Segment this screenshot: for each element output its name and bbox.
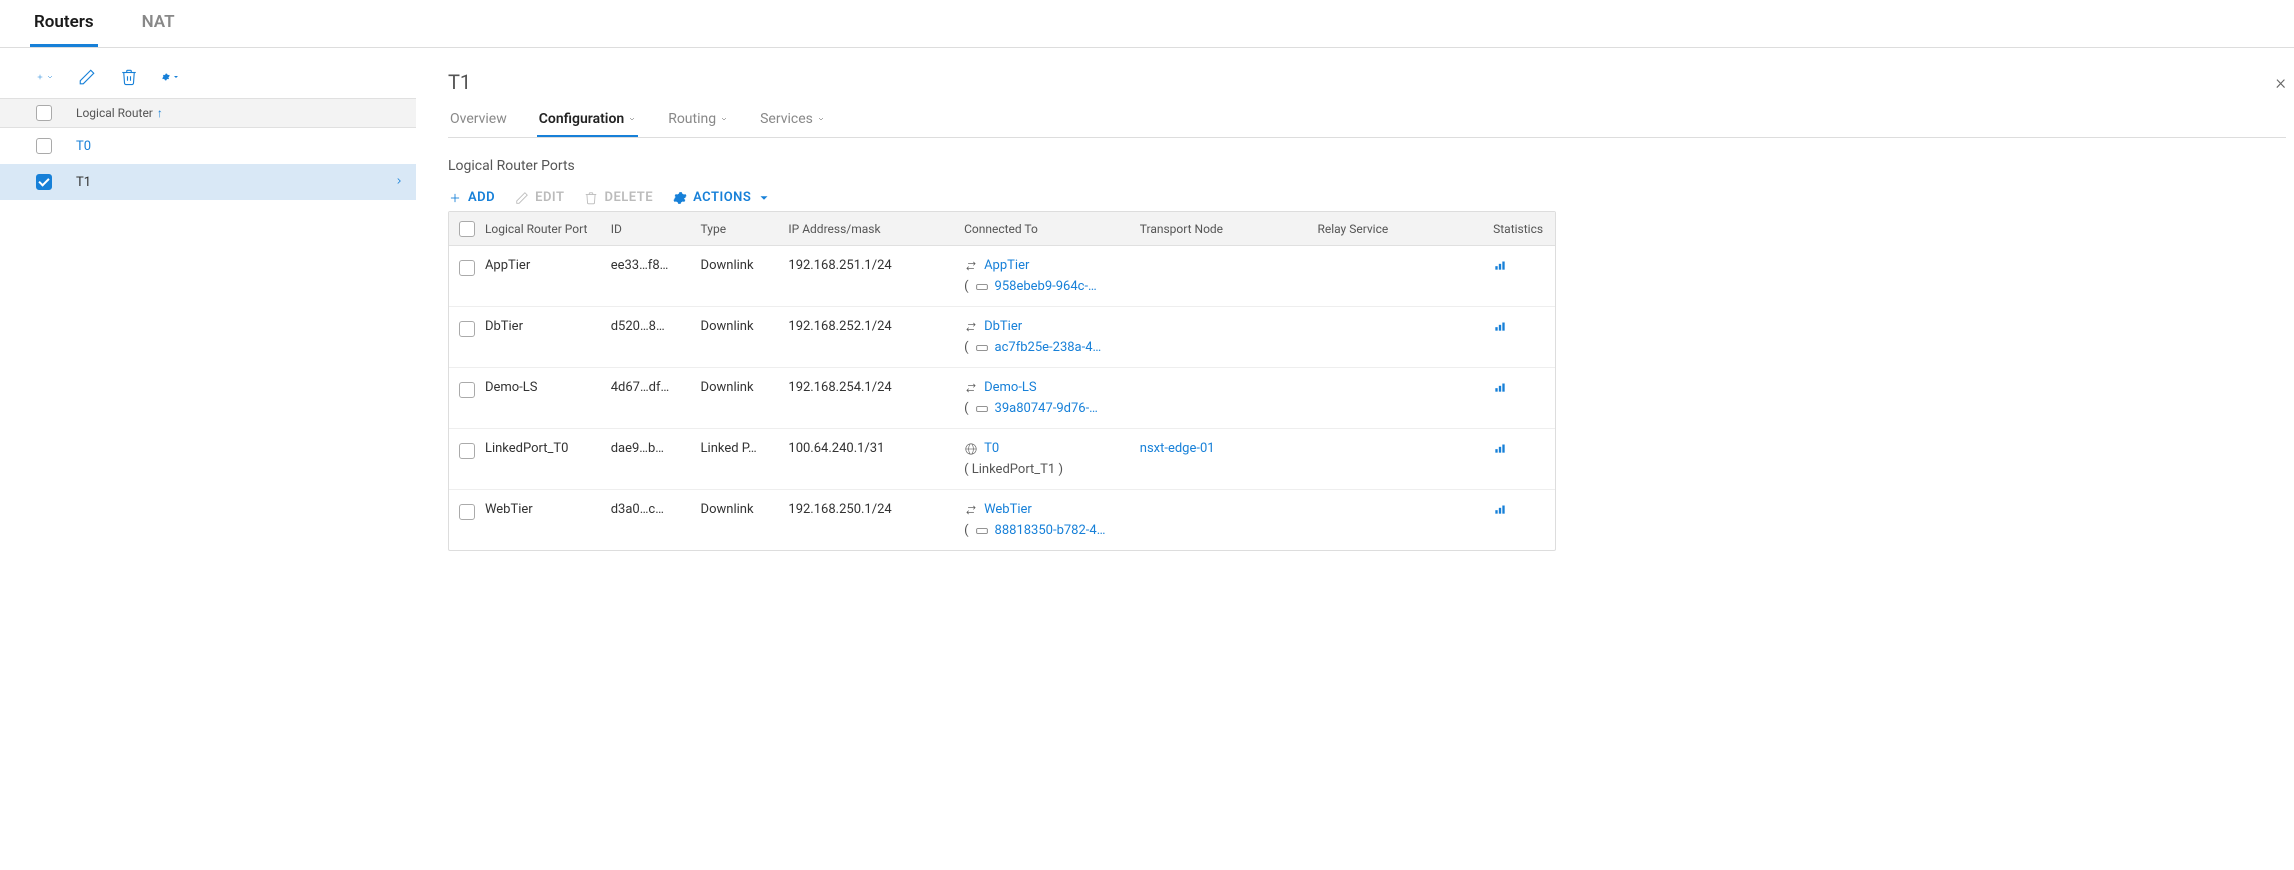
gear-icon[interactable] — [162, 68, 180, 86]
port-type: Downlink — [701, 502, 789, 517]
sidebar-item-t1[interactable]: T1 — [0, 164, 416, 200]
delete-button: DELETE — [584, 190, 653, 205]
port-name: AppTier — [485, 258, 611, 273]
chevron-down-icon — [817, 115, 825, 123]
row-checkbox[interactable] — [459, 321, 475, 337]
sidebar-item-label: T0 — [76, 139, 91, 154]
add-icon[interactable] — [36, 68, 54, 86]
router-list-sidebar: Logical Router↑ T0 T1 — [0, 48, 416, 870]
connected-sub: (958ebeb9-964c-… — [964, 279, 1140, 294]
row-checkbox[interactable] — [36, 138, 52, 154]
connected-sub: (39a80747-9d76-… — [964, 401, 1140, 416]
col-header-stat[interactable]: Statistics — [1493, 222, 1555, 236]
connected-link[interactable]: AppTier — [984, 258, 1029, 273]
stats-icon[interactable] — [1493, 444, 1507, 459]
col-header-ip[interactable]: IP Address/mask — [788, 222, 964, 236]
edit-button: EDIT — [515, 190, 564, 205]
tab-routing[interactable]: Routing — [666, 111, 730, 137]
col-header-name[interactable]: Logical Router Port — [485, 222, 611, 236]
table-row[interactable]: AppTieree33…f8…Downlink192.168.251.1/24A… — [449, 246, 1555, 307]
port-id: d520…8… — [611, 319, 701, 334]
connected-sub-link[interactable]: 958ebeb9-964c-… — [995, 279, 1097, 294]
port-id: d3a0…c… — [611, 502, 701, 517]
close-icon[interactable]: × — [2276, 70, 2286, 94]
tab-configuration[interactable]: Configuration — [537, 111, 638, 137]
port-name: DbTier — [485, 319, 611, 334]
table-row[interactable]: WebTierd3a0…c…Downlink192.168.250.1/24We… — [449, 490, 1555, 550]
port-ip: 100.64.240.1/31 — [788, 441, 964, 456]
sidebar-header-label[interactable]: Logical Router↑ — [76, 106, 163, 120]
connected-sub-link[interactable]: ac7fb25e-238a-4… — [995, 340, 1102, 355]
tab-services[interactable]: Services — [758, 111, 827, 137]
detail-title: T1 — [448, 70, 2286, 94]
top-tabs: Routers NAT — [0, 0, 2294, 48]
select-all-ports-checkbox[interactable] — [459, 221, 475, 237]
select-all-checkbox[interactable] — [36, 105, 52, 121]
port-type: Linked P… — [701, 441, 789, 456]
port-name: WebTier — [485, 502, 611, 517]
connected-link[interactable]: T0 — [984, 441, 999, 456]
table-row[interactable]: LinkedPort_T0dae9…b…Linked P…100.64.240.… — [449, 429, 1555, 490]
ports-toolbar: ADD EDIT DELETE ACTIONS — [448, 190, 2286, 205]
tab-nat[interactable]: NAT — [138, 12, 179, 47]
table-header: Logical Router Port ID Type IP Address/m… — [449, 212, 1555, 246]
edit-icon[interactable] — [78, 68, 96, 86]
chevron-down-icon — [720, 115, 728, 123]
connected-sub-link[interactable]: 88818350-b782-4… — [995, 523, 1106, 538]
port-id: ee33…f8… — [611, 258, 701, 273]
connected-sub: ( LinkedPort_T1 ) — [964, 462, 1140, 477]
connected-link[interactable]: WebTier — [984, 502, 1032, 517]
col-header-conn[interactable]: Connected To — [964, 222, 1140, 236]
ports-table: Logical Router Port ID Type IP Address/m… — [448, 211, 1556, 551]
port-type: Downlink — [701, 258, 789, 273]
actions-button[interactable]: ACTIONS — [673, 190, 771, 205]
chevron-down-icon — [757, 191, 771, 205]
port-id: dae9…b… — [611, 441, 701, 456]
connected-link[interactable]: DbTier — [984, 319, 1022, 334]
col-header-rs[interactable]: Relay Service — [1317, 222, 1493, 236]
sort-ascending-icon: ↑ — [157, 106, 163, 120]
col-header-tn[interactable]: Transport Node — [1140, 222, 1318, 236]
stats-icon[interactable] — [1493, 383, 1507, 398]
transport-node-link[interactable]: nsxt-edge-01 — [1140, 441, 1215, 456]
row-checkbox[interactable] — [459, 260, 475, 276]
table-row[interactable]: DbTierd520…8…Downlink192.168.252.1/24DbT… — [449, 307, 1555, 368]
sidebar-header-row: Logical Router↑ — [0, 98, 416, 128]
sidebar-item-t0[interactable]: T0 — [0, 128, 416, 164]
sidebar-item-label: T1 — [76, 175, 91, 190]
tab-overview[interactable]: Overview — [448, 111, 509, 137]
row-checkbox[interactable] — [459, 504, 475, 520]
chevron-right-icon — [394, 175, 404, 190]
port-ip: 192.168.251.1/24 — [788, 258, 964, 273]
connected-sub: (ac7fb25e-238a-4… — [964, 340, 1140, 355]
connected-link[interactable]: Demo-LS — [984, 380, 1037, 395]
port-id: 4d67…df… — [611, 380, 701, 395]
port-name: Demo-LS — [485, 380, 611, 395]
connected-sub-link[interactable]: 39a80747-9d76-… — [995, 401, 1098, 416]
row-checkbox[interactable] — [459, 382, 475, 398]
port-name: LinkedPort_T0 — [485, 441, 611, 456]
port-ip: 192.168.250.1/24 — [788, 502, 964, 517]
chevron-down-icon — [628, 115, 636, 123]
detail-tabs: Overview Configuration Routing Services — [448, 106, 2286, 138]
stats-icon[interactable] — [1493, 505, 1507, 520]
sidebar-toolbar — [0, 68, 416, 98]
port-ip: 192.168.252.1/24 — [788, 319, 964, 334]
port-ip: 192.168.254.1/24 — [788, 380, 964, 395]
ports-title: Logical Router Ports — [448, 158, 2286, 174]
row-checkbox[interactable] — [36, 174, 52, 190]
connected-sub: (88818350-b782-4… — [964, 523, 1140, 538]
col-header-type[interactable]: Type — [701, 222, 789, 236]
col-header-id[interactable]: ID — [611, 222, 701, 236]
add-button[interactable]: ADD — [448, 190, 495, 205]
tab-routers[interactable]: Routers — [30, 12, 98, 47]
delete-icon[interactable] — [120, 68, 138, 86]
port-type: Downlink — [701, 319, 789, 334]
stats-icon[interactable] — [1493, 261, 1507, 276]
port-type: Downlink — [701, 380, 789, 395]
detail-panel: × T1 Overview Configuration Routing Serv… — [416, 48, 2294, 870]
stats-icon[interactable] — [1493, 322, 1507, 337]
table-row[interactable]: Demo-LS4d67…df…Downlink192.168.254.1/24D… — [449, 368, 1555, 429]
row-checkbox[interactable] — [459, 443, 475, 459]
